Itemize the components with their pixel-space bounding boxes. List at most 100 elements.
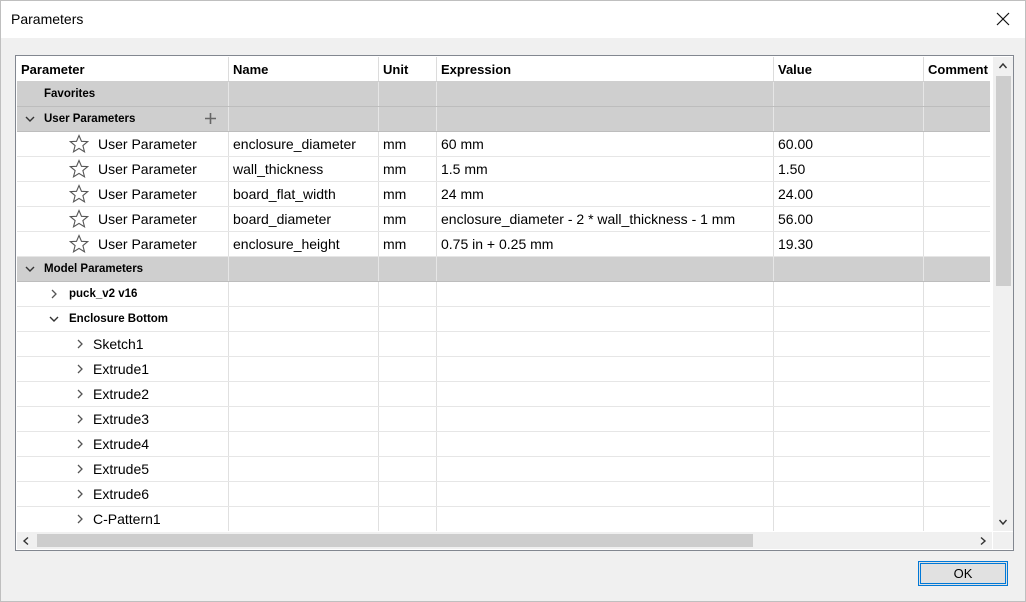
column-header-value[interactable]: Value [774, 57, 924, 81]
parameter-type: User Parameter [98, 186, 197, 202]
table-row[interactable]: User Parameter wall_thickness mm 1.5 mm … [17, 157, 990, 182]
parameter-unit[interactable]: mm [379, 136, 406, 152]
column-header-comment[interactable]: Comment [924, 57, 990, 81]
tree-row-feature[interactable]: Extrude2 [17, 382, 990, 407]
tree-label-feature: Sketch1 [93, 336, 144, 352]
parameter-name[interactable]: enclosure_height [229, 236, 340, 252]
table-row[interactable]: User Parameter board_diameter mm enclosu… [17, 207, 990, 232]
tree-row-feature[interactable]: Extrude3 [17, 407, 990, 432]
table-row[interactable]: User Parameter board_flat_width mm 24 mm… [17, 182, 990, 207]
parameter-comment[interactable] [924, 132, 990, 156]
parameter-unit[interactable]: mm [379, 186, 406, 202]
scroll-right-button[interactable] [974, 532, 992, 549]
chevron-right-icon[interactable] [74, 438, 86, 450]
parameter-value: 60.00 [778, 136, 814, 152]
parameter-value: 24.00 [778, 186, 814, 202]
group-row-model-parameters[interactable]: Model Parameters [17, 257, 990, 282]
star-outline-icon[interactable] [69, 159, 89, 179]
chevron-down-icon[interactable] [24, 113, 36, 125]
plus-icon[interactable] [204, 112, 217, 125]
column-header-expression[interactable]: Expression [437, 57, 774, 81]
parameter-type: User Parameter [98, 211, 197, 227]
tree-row-feature[interactable]: Extrude6 [17, 482, 990, 507]
ok-button[interactable]: OK [918, 561, 1008, 586]
parameter-unit[interactable]: mm [379, 236, 406, 252]
parameter-comment[interactable] [924, 182, 990, 206]
table-row[interactable]: User Parameter enclosure_diameter mm 60 … [17, 132, 990, 157]
tree-label-body: Enclosure Bottom [69, 313, 169, 325]
tree-row-feature[interactable]: C-Pattern1 [17, 507, 990, 531]
chevron-right-icon[interactable] [74, 413, 86, 425]
tree-label-feature: Extrude5 [93, 461, 150, 477]
chevron-down-icon[interactable] [24, 263, 36, 275]
tree-label-feature: Extrude1 [93, 361, 150, 377]
tree-row-feature[interactable]: Extrude5 [17, 457, 990, 482]
horizontal-scroll-thumb[interactable] [37, 534, 753, 547]
chevron-right-icon[interactable] [74, 388, 86, 400]
tree-row-component[interactable]: puck_v2 v16 [17, 282, 990, 307]
grid-body: Parameter Name Unit Expression Value Com… [17, 57, 990, 531]
chevron-down-icon[interactable] [48, 313, 60, 325]
parameter-name[interactable]: board_flat_width [229, 186, 336, 202]
parameter-expression[interactable]: 1.5 mm [437, 161, 488, 177]
tree-label-feature: Extrude6 [93, 486, 150, 502]
tree-row-feature[interactable]: Extrude4 [17, 432, 990, 457]
vertical-scroll-thumb[interactable] [996, 76, 1011, 286]
column-header-name[interactable]: Name [229, 57, 379, 81]
scrollbar-corner [993, 532, 1013, 549]
close-button[interactable] [980, 0, 1026, 38]
column-header-parameter[interactable]: Parameter [17, 57, 229, 81]
chevron-right-icon[interactable] [48, 288, 60, 300]
parameter-unit[interactable]: mm [379, 211, 406, 227]
column-header-unit[interactable]: Unit [379, 57, 437, 81]
chevron-down-icon [998, 519, 1008, 526]
vertical-scrollbar[interactable] [993, 57, 1013, 531]
group-row-favorites[interactable]: Favorites [17, 82, 990, 107]
parameter-name[interactable]: wall_thickness [229, 161, 323, 177]
horizontal-scrollbar[interactable] [17, 532, 992, 549]
parameter-name[interactable]: enclosure_diameter [229, 136, 356, 152]
star-outline-icon[interactable] [69, 209, 89, 229]
tree-row-feature[interactable]: Extrude1 [17, 357, 990, 382]
parameter-expression[interactable]: 0.75 in + 0.25 mm [437, 236, 553, 252]
scroll-up-button[interactable] [993, 57, 1013, 75]
parameter-expression[interactable]: 24 mm [437, 186, 484, 202]
table-row[interactable]: User Parameter enclosure_height mm 0.75 … [17, 232, 990, 257]
tree-row-feature[interactable]: Sketch1 [17, 332, 990, 357]
parameter-name[interactable]: board_diameter [229, 211, 331, 227]
parameter-expression[interactable]: enclosure_diameter - 2 * wall_thickness … [437, 211, 735, 227]
parameter-value: 56.00 [778, 211, 814, 227]
parameters-grid: Parameter Name Unit Expression Value Com… [15, 55, 1014, 551]
window-title: Parameters [11, 11, 84, 27]
parameter-type: User Parameter [98, 161, 197, 177]
tree-label-feature: C-Pattern1 [93, 511, 161, 527]
tree-label-feature: Extrude2 [93, 386, 150, 402]
close-icon [996, 12, 1010, 26]
group-row-user-parameters[interactable]: User Parameters [17, 107, 990, 132]
chevron-right-icon[interactable] [74, 513, 86, 525]
chevron-right-icon[interactable] [74, 488, 86, 500]
tree-row-body[interactable]: Enclosure Bottom [17, 307, 990, 332]
scroll-down-button[interactable] [993, 513, 1013, 531]
chevron-right-icon[interactable] [74, 463, 86, 475]
star-outline-icon[interactable] [69, 134, 89, 154]
group-label-model-parameters: Model Parameters [44, 263, 144, 275]
parameter-unit[interactable]: mm [379, 161, 406, 177]
parameter-value: 19.30 [778, 236, 814, 252]
tree-label-feature: Extrude4 [93, 436, 150, 452]
parameter-comment[interactable] [924, 232, 990, 256]
chevron-left-icon [22, 536, 29, 545]
parameter-comment[interactable] [924, 157, 990, 181]
parameter-value: 1.50 [778, 161, 806, 177]
star-outline-icon[interactable] [69, 184, 89, 204]
parameter-expression[interactable]: 60 mm [437, 136, 484, 152]
scroll-left-button[interactable] [17, 532, 35, 549]
chevron-up-icon [998, 62, 1008, 69]
chevron-right-icon[interactable] [74, 338, 86, 350]
star-outline-icon[interactable] [69, 234, 89, 254]
chevron-right-icon[interactable] [74, 363, 86, 375]
group-label-favorites: Favorites [44, 88, 96, 100]
parameter-comment[interactable] [924, 207, 990, 231]
ok-button-label: OK [953, 566, 973, 581]
chevron-right-icon [980, 536, 987, 545]
